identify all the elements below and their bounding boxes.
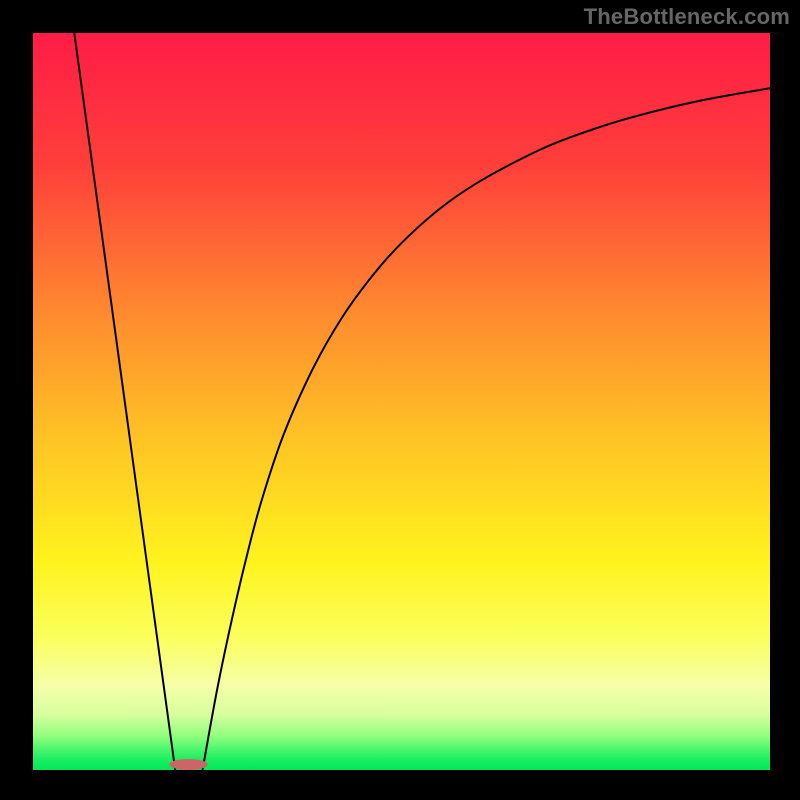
chart-svg: [33, 33, 770, 770]
bottom-marker: [169, 759, 207, 770]
watermark-text: TheBottleneck.com: [584, 4, 790, 30]
chart-frame: TheBottleneck.com: [0, 0, 800, 800]
gradient-background: [33, 33, 770, 770]
plot-area: [33, 33, 770, 770]
